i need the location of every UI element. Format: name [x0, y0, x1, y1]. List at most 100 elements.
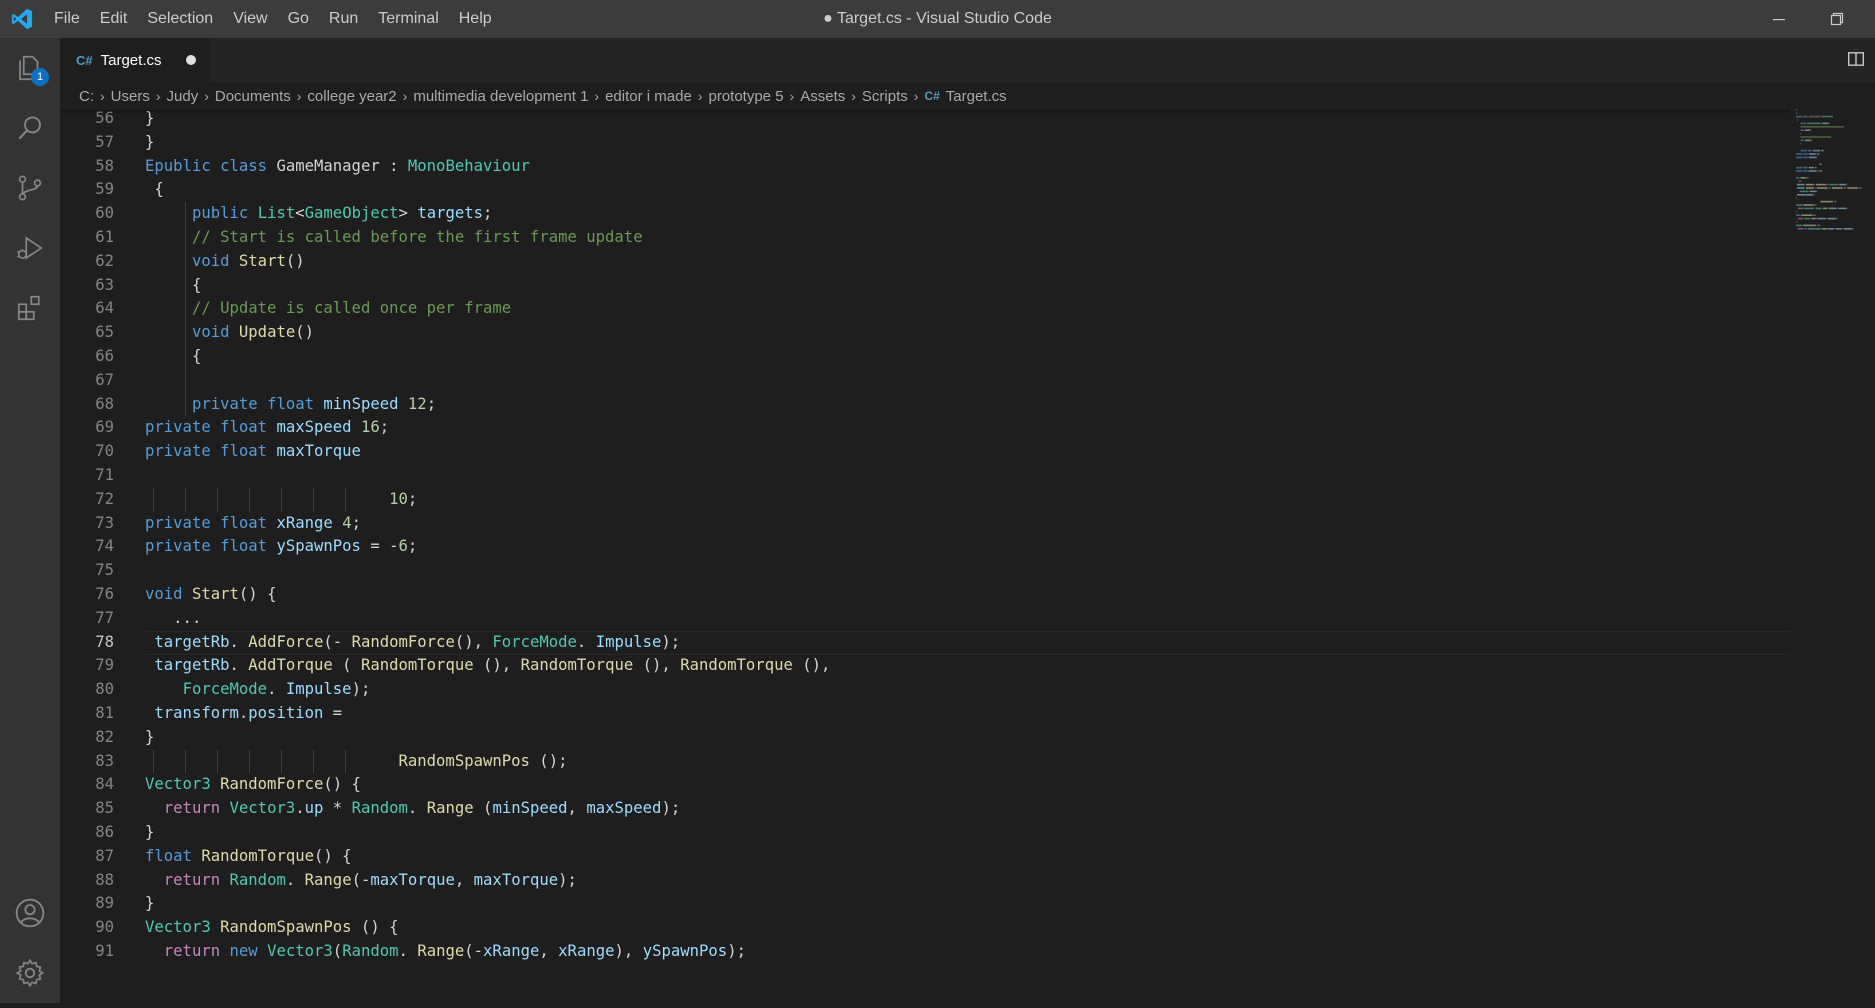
split-editor-button[interactable] — [1847, 50, 1865, 73]
code-line[interactable]: 76 void Start() { — [60, 583, 1790, 607]
code-line[interactable]: 64 // Update is called once per frame — [60, 297, 1790, 322]
code-line[interactable]: 74 private float ySpawnPos = -6; — [60, 535, 1790, 559]
code-line[interactable]: 65 void Update() — [60, 321, 1790, 345]
menu-help[interactable]: Help — [449, 0, 502, 38]
code-token: Range — [417, 942, 465, 960]
chevron-right-icon: › — [594, 88, 600, 104]
line-number: 77 — [95, 608, 114, 627]
code-line[interactable]: 67 — [60, 368, 1790, 393]
code-line[interactable]: 78 targetRb. AddForce(- RandomForce(), F… — [60, 630, 1790, 655]
menu-terminal[interactable]: Terminal — [368, 0, 448, 38]
line-number: 82 — [95, 727, 114, 746]
breadcrumb-item[interactable]: Assets — [800, 88, 845, 105]
breadcrumb-item[interactable]: editor i made — [605, 88, 692, 105]
minimap-token — [1796, 112, 1797, 114]
code-line[interactable]: 85 return Vector3.up * Random. Range (mi… — [60, 797, 1790, 821]
unsaved-dot-icon[interactable] — [186, 55, 196, 65]
extensions-button[interactable] — [0, 278, 60, 338]
minimap-token — [1808, 166, 1814, 169]
code-line[interactable]: 86} — [60, 821, 1790, 845]
minimap-token — [1843, 187, 1847, 189]
code-token: 6 — [398, 537, 408, 556]
breadcrumb-item[interactable]: Documents — [215, 88, 291, 105]
code-line[interactable]: 79 targetRb. AddTorque ( RandomTorque ()… — [60, 654, 1790, 678]
code-line[interactable]: 83 RandomSpawnPos (); — [60, 749, 1790, 774]
minimap-token — [1796, 204, 1803, 206]
menu-go[interactable]: Go — [278, 0, 319, 38]
minimap-token — [1807, 149, 1813, 152]
breadcrumb-item[interactable]: Judy — [167, 88, 199, 105]
code-line[interactable]: 61 // Start is called before the first f… — [60, 226, 1790, 250]
code-text: void Update() — [145, 321, 314, 345]
code-token: ; — [379, 418, 390, 437]
minimize-button[interactable] — [1750, 0, 1808, 38]
breadcrumb-item[interactable]: Target.cs — [946, 88, 1007, 105]
minimap-token — [1828, 122, 1830, 125]
code-line[interactable]: 91 return new Vector3(Random. Range(-xRa… — [60, 940, 1790, 964]
minimap-token — [1839, 183, 1846, 186]
search-button[interactable] — [0, 98, 60, 158]
breadcrumb-item[interactable]: Users — [111, 88, 150, 105]
code-token: float — [220, 537, 268, 556]
code-editor[interactable]: 56} 57} 58 Epublic class GameManager : Mono… — [60, 107, 1790, 1003]
tab-target-cs[interactable]: C# Target.cs — [60, 38, 210, 82]
minimap-token — [1815, 217, 1818, 220]
account-button[interactable] — [0, 883, 60, 943]
code-line[interactable]: 80 ForceMode. Impulse); — [60, 678, 1790, 702]
line-number: 64 — [95, 299, 114, 318]
breadcrumb-item[interactable]: college year2 — [307, 88, 396, 105]
code-line[interactable]: 81 transform.position = — [60, 702, 1790, 726]
split-editor-icon — [1848, 52, 1864, 66]
menu-file[interactable]: File — [44, 0, 90, 38]
minimap[interactable] — [1790, 107, 1875, 1003]
code-token: RandomForce — [351, 632, 455, 651]
line-number: 60 — [95, 204, 114, 223]
code-line[interactable]: 77 ... — [60, 607, 1790, 631]
code-line[interactable]: 84 Vector3 RandomForce() { — [60, 773, 1790, 797]
explorer-button[interactable]: 1 — [0, 38, 60, 98]
code-line[interactable]: 75 — [60, 559, 1790, 583]
code-line[interactable]: 60 public List<GameObject> targets; — [60, 202, 1790, 226]
code-line[interactable]: 63 { — [60, 273, 1790, 298]
code-line[interactable]: 59 { — [60, 178, 1790, 202]
code-token: Range — [304, 870, 352, 889]
code-line[interactable]: 66 { — [60, 345, 1790, 369]
chevron-right-icon: › — [913, 88, 919, 104]
code-line[interactable]: 58 Epublic class GameManager : MonoBehavi… — [60, 155, 1790, 179]
minimap-token — [1796, 115, 1803, 118]
menu-run[interactable]: Run — [319, 0, 368, 38]
code-line[interactable]: 62 void Start() — [60, 249, 1790, 274]
menu-view[interactable]: View — [223, 0, 277, 38]
code-line[interactable]: 70 private float maxTorque — [60, 440, 1790, 464]
breadcrumb-item[interactable]: multimedia development 1 — [413, 88, 588, 105]
code-line[interactable]: 57} — [60, 131, 1790, 155]
restore-button[interactable] — [1808, 0, 1866, 38]
code-line[interactable]: 68 private float minSpeed 12; — [60, 392, 1790, 417]
code-token: private — [191, 394, 258, 413]
breadcrumb-item[interactable]: prototype 5 — [708, 88, 783, 105]
code-line[interactable]: 72 10; — [60, 487, 1790, 512]
settings-button[interactable] — [0, 943, 60, 1003]
breadcrumb-item[interactable]: Scripts — [862, 88, 908, 105]
code-line[interactable]: 82} — [60, 726, 1790, 750]
code-line[interactable]: 90 Vector3 RandomSpawnPos () { — [60, 916, 1790, 940]
run-debug-button[interactable] — [0, 218, 60, 278]
code-line[interactable]: 69 private float maxSpeed 16; — [60, 416, 1790, 440]
code-line[interactable]: 73 private float xRange 4; — [60, 512, 1790, 536]
minimap-token — [1800, 149, 1807, 152]
menu-edit[interactable]: Edit — [90, 0, 138, 38]
code-line[interactable]: 89} — [60, 892, 1790, 916]
minimap-token — [1800, 143, 1802, 145]
menu-selection[interactable]: Selection — [137, 0, 223, 38]
code-token: Vector3 — [145, 918, 211, 937]
breadcrumb-item[interactable]: C: — [79, 88, 94, 105]
code-token: } — [145, 894, 155, 913]
code-line[interactable]: 87 float RandomTorque() { — [60, 845, 1790, 869]
code-token: (- — [323, 632, 352, 651]
code-line[interactable]: 88 return Random. Range(-maxTorque, maxT… — [60, 869, 1790, 893]
code-line[interactable]: 71 — [60, 464, 1790, 488]
chevron-right-icon: › — [851, 88, 856, 104]
chevron-right-icon: › — [100, 88, 105, 104]
source-control-button[interactable] — [0, 158, 60, 218]
